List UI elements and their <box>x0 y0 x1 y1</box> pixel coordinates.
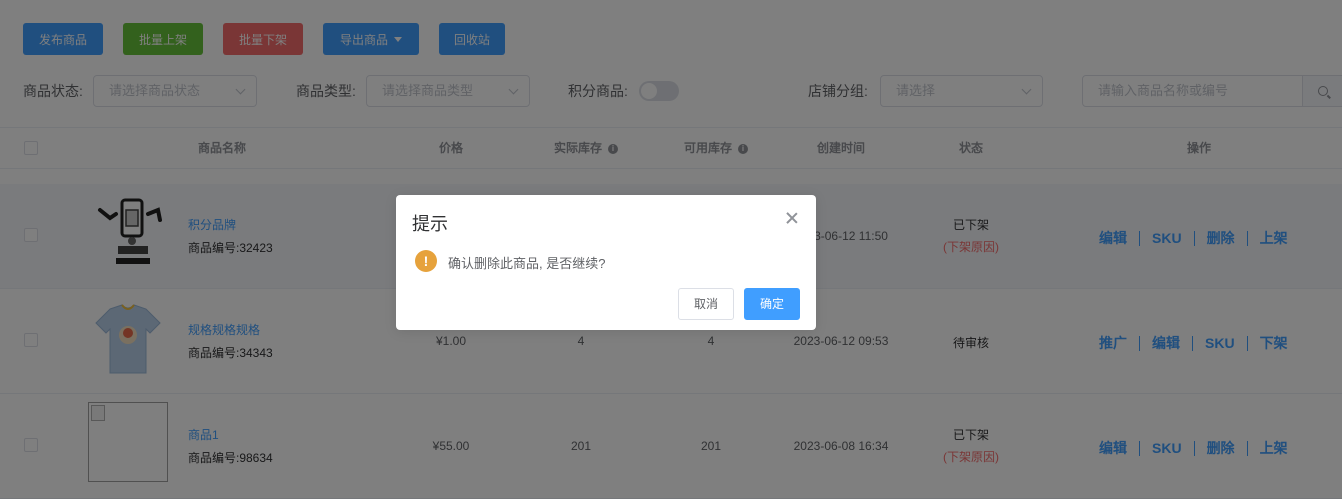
dialog-title: 提示 <box>412 214 448 234</box>
confirm-button[interactable]: 确定 <box>744 288 800 320</box>
close-icon[interactable] <box>785 211 799 225</box>
dialog-message: 确认删除此商品, 是否继续? <box>448 256 606 271</box>
cancel-button[interactable]: 取消 <box>678 288 734 320</box>
confirm-dialog: 提示 ! 确认删除此商品, 是否继续? 取消 确定 <box>396 195 816 330</box>
warning-icon: ! <box>415 250 437 272</box>
